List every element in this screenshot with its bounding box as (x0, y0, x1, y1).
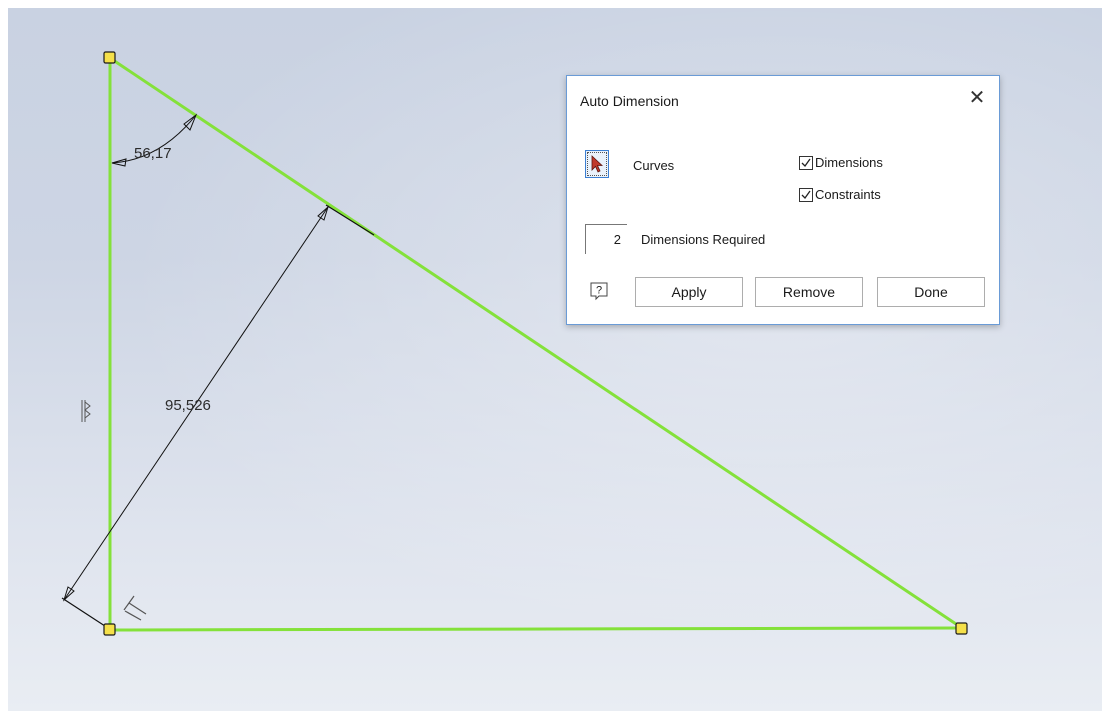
checkmark-icon (801, 158, 811, 167)
vertical-constraint-icon[interactable] (81, 400, 91, 422)
sketch-point[interactable] (955, 622, 968, 635)
dimension-arrow (317, 205, 330, 221)
remove-button[interactable]: Remove (755, 277, 863, 307)
sketch-line-bottom[interactable] (109, 626, 963, 632)
dialog-title: Auto Dimension (580, 93, 679, 109)
help-button[interactable]: ? (587, 279, 611, 303)
required-count-field: 2 (585, 224, 627, 254)
select-curves-button[interactable] (585, 150, 609, 178)
dimension-arrow (62, 586, 75, 602)
curves-label: Curves (633, 158, 675, 173)
checkmark-icon (801, 190, 811, 199)
done-button[interactable]: Done (877, 277, 985, 307)
dimension-extension-line (325, 204, 375, 236)
sketch-point[interactable] (103, 51, 116, 64)
perpendicular-constraint-icon[interactable] (123, 595, 147, 621)
constraints-checkbox-row[interactable]: Constraints (799, 187, 881, 202)
length-dimension-value[interactable]: 95,526 (165, 397, 211, 414)
required-label: Dimensions Required (641, 232, 766, 247)
dimensions-checkbox-row[interactable]: Dimensions (799, 155, 883, 170)
dimensions-label: Dimensions (815, 155, 883, 170)
auto-dimension-dialog: Auto Dimension ✕ Curves Dimensions Const… (566, 75, 1000, 325)
cursor-arrow-icon (591, 155, 604, 173)
sketch-point[interactable] (103, 623, 116, 636)
apply-button[interactable]: Apply (635, 277, 743, 307)
dimensions-checkbox[interactable] (799, 155, 813, 170)
dimension-extension-line (61, 597, 109, 629)
angle-dimension-value[interactable]: 56,17 (134, 145, 172, 162)
help-icon: ? (590, 282, 608, 301)
constraints-label: Constraints (815, 187, 881, 202)
close-icon[interactable]: ✕ (967, 88, 987, 108)
svg-text:?: ? (596, 285, 602, 297)
constraints-checkbox[interactable] (799, 187, 813, 202)
